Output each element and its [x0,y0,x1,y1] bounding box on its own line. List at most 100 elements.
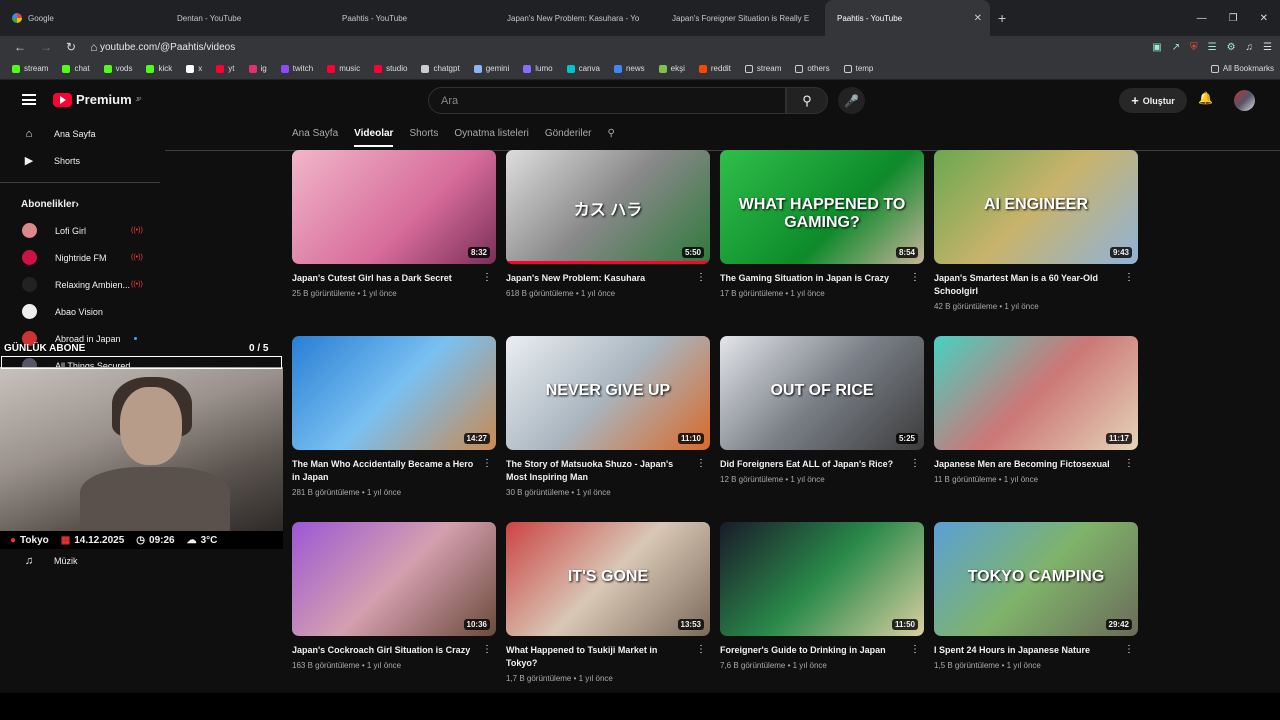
subscription-item[interactable]: Relaxing Ambien... ((•)) [0,271,165,298]
share-icon[interactable]: ↗ [1172,42,1180,53]
video-thumbnail[interactable]: 11:17 [934,336,1138,450]
maximize-icon[interactable]: ❐ [1229,13,1238,24]
channel-tab[interactable]: Gönderiler [545,128,592,139]
bookmark-item[interactable]: stream [744,64,781,73]
create-button[interactable]: + Oluştur [1119,88,1187,113]
bookmark-item[interactable]: gemini [473,64,509,73]
subscription-item[interactable]: Lofi Girl ((•)) [0,217,165,244]
forward-icon[interactable]: → [40,40,52,54]
video-card[interactable]: AI ENGINEER 9:43 Japan's Smartest Man is a… [934,150,1138,311]
sidebar-item[interactable]: ♫ Müzik [0,547,165,574]
sidebar-item[interactable]: ▶ Shorts [0,147,165,174]
video-title[interactable]: Did Foreigners Eat ALL of Japan's Rice? [720,458,924,471]
channel-tab[interactable]: Oynatma listeleri [454,128,528,139]
bookmark-item[interactable]: ig [248,64,267,73]
video-card[interactable]: TOKYO CAMPING 29:42 I Spent 24 Hours in Ja… [934,522,1138,670]
sidebar-item[interactable]: ⌂ Ana Sayfa [0,120,165,147]
video-thumbnail[interactable]: 11:50 [720,522,924,636]
more-options-icon[interactable]: ⋮ [910,458,920,469]
video-title[interactable]: What Happened to Tsukiji Market in Tokyo… [506,644,710,670]
video-card[interactable]: NEVER GIVE UP 11:10 The Story of Matsuoka … [506,336,710,497]
bookmark-item[interactable]: reddit [698,64,731,73]
more-options-icon[interactable]: ⋮ [1124,644,1134,655]
bookmark-item[interactable]: others [795,64,830,73]
bookmark-item[interactable]: stream [12,64,48,73]
video-card[interactable]: WHAT HAPPENED TO GAMING? 8:54 The Gaming S… [720,150,924,298]
all-bookmarks[interactable]: All Bookmarks [1210,64,1274,73]
minimize-icon[interactable]: — [1197,13,1207,24]
more-options-icon[interactable]: ⋮ [1124,458,1134,469]
video-title[interactable]: The Story of Matsuoka Shuzo - Japan's Mo… [506,458,710,484]
more-options-icon[interactable]: ⋮ [910,272,920,283]
video-card[interactable]: 11:17 Japanese Men are Becoming Fictosexu… [934,336,1138,484]
more-options-icon[interactable]: ⋮ [482,272,492,283]
video-thumbnail[interactable]: TOKYO CAMPING 29:42 [934,522,1138,636]
new-tab-icon[interactable]: + [998,10,1006,26]
subscription-item[interactable]: Nightride FM ((•)) [0,244,165,271]
video-title[interactable]: Japan's New Problem: Kasuhara [506,272,710,285]
close-window-icon[interactable]: ✕ [1260,13,1268,24]
video-thumbnail[interactable]: 10:36 [292,522,496,636]
bookmark-item[interactable]: chatgpt [421,64,460,73]
video-thumbnail[interactable]: 8:32 [292,150,496,264]
extension-icon[interactable]: ☰ [1208,42,1217,53]
browser-tab[interactable]: Google [0,0,165,36]
more-options-icon[interactable]: ⋮ [482,458,492,469]
install-icon[interactable]: ▣ [1152,42,1161,53]
bookmark-item[interactable]: ekşi [658,64,685,73]
bookmark-item[interactable]: news [613,64,645,73]
bookmark-item[interactable]: vods [103,64,132,73]
notifications-bell-icon[interactable]: 🔔 [1198,91,1213,105]
more-options-icon[interactable]: ⋮ [696,644,706,655]
more-options-icon[interactable]: ⋮ [1124,272,1134,283]
video-thumbnail[interactable]: AI ENGINEER 9:43 [934,150,1138,264]
video-title[interactable]: Japan's Smartest Man is a 60 Year-Old Sc… [934,272,1138,298]
bookmark-item[interactable]: music [327,64,360,73]
back-icon[interactable]: ← [14,40,26,54]
search-channel-icon[interactable]: ⚲ [608,128,615,139]
more-options-icon[interactable]: ⋮ [482,644,492,655]
bookmark-item[interactable]: lumo [523,64,553,73]
more-options-icon[interactable]: ⋮ [696,272,706,283]
more-options-icon[interactable]: ⋮ [696,458,706,469]
video-title[interactable]: Japan's Cockroach Girl Situation is Craz… [292,644,496,657]
video-thumbnail[interactable]: OUT OF RICE 5:25 [720,336,924,450]
video-thumbnail[interactable]: WHAT HAPPENED TO GAMING? 8:54 [720,150,924,264]
music-ext-icon[interactable]: ♫ [1246,42,1254,53]
subscriptions-heading[interactable]: Abonelikler › [0,191,165,217]
menu-icon[interactable]: ☰ [1263,42,1272,53]
browser-tab[interactable]: Paahtis - YouTube ✕ [825,0,990,36]
video-card[interactable]: 10:36 Japan's Cockroach Girl Situation is… [292,522,496,670]
video-card[interactable]: OUT OF RICE 5:25 Did Foreigners Eat ALL of… [720,336,924,484]
browser-tab[interactable]: Dentan - YouTube [165,0,330,36]
microphone-icon[interactable]: 🎤 [838,87,865,114]
subscription-item[interactable]: Abao Vision [0,298,165,325]
home-browser-icon[interactable]: ⌂ [90,40,97,54]
bookmark-item[interactable]: kick [146,64,172,73]
bookmark-item[interactable]: yt [216,64,235,73]
video-title[interactable]: The Man Who Accidentally Became a Hero i… [292,458,496,484]
channel-tab[interactable]: Videolar [354,128,394,147]
video-card[interactable]: 14:27 The Man Who Accidentally Became a H… [292,336,496,497]
search-icon[interactable]: ⚲ [786,87,828,114]
video-title[interactable]: Japanese Men are Becoming Fictosexual [934,458,1138,471]
bookmark-item[interactable]: chat [62,64,90,73]
channel-tab[interactable]: Shorts [409,128,438,139]
bookmark-item[interactable]: x [186,64,202,73]
bookmark-item[interactable]: twitch [280,64,313,73]
brave-shield-icon[interactable]: ⛨ [1190,42,1198,53]
video-title[interactable]: The Gaming Situation in Japan is Crazy [720,272,924,285]
url-field[interactable]: youtube.com/@Paahtis/videos [100,42,235,53]
bookmark-item[interactable]: temp [843,64,873,73]
video-card[interactable]: 11:50 Foreigner's Guide to Drinking in Ja… [720,522,924,670]
video-title[interactable]: Foreigner's Guide to Drinking in Japan [720,644,924,657]
video-title[interactable]: I Spent 24 Hours in Japanese Nature [934,644,1138,657]
puzzle-icon[interactable]: ⚙ [1227,42,1236,53]
bookmark-item[interactable]: studio [374,64,407,73]
account-avatar[interactable] [1234,90,1255,111]
video-thumbnail[interactable]: IT'S GONE 13:53 [506,522,710,636]
video-card[interactable]: 8:32 Japan's Cutest Girl has a Dark Secre… [292,150,496,298]
browser-tab[interactable]: Japan's Foreigner Situation is Really E [660,0,825,36]
video-title[interactable]: Japan's Cutest Girl has a Dark Secret [292,272,496,285]
hamburger-menu-icon[interactable] [22,94,36,105]
